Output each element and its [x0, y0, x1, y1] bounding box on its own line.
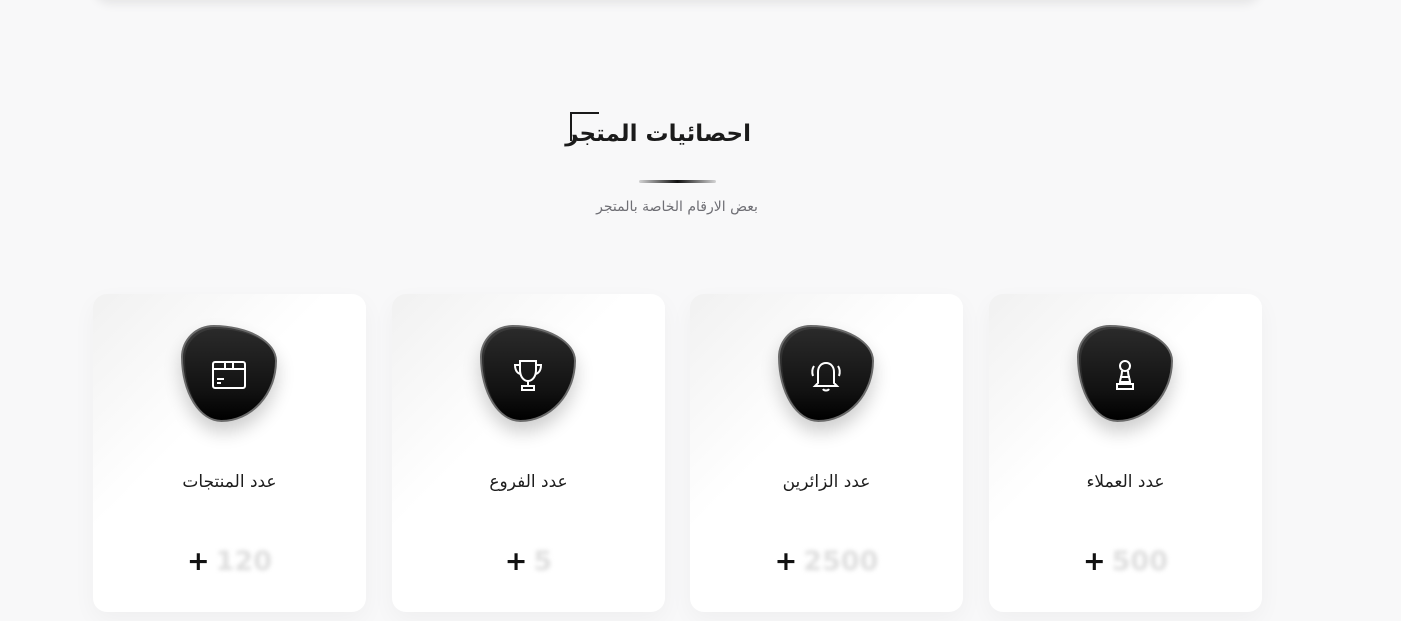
title-wrap: احصائيات المتجر: [565, 112, 830, 154]
stat-number: 5: [533, 546, 553, 577]
stat-label: عدد الزائرين: [782, 472, 871, 492]
stat-number: 2500: [803, 546, 879, 577]
stat-value: +500: [989, 546, 1262, 577]
plus-sign: +: [187, 546, 210, 577]
stat-card-branches: عدد الفروع +5: [392, 294, 665, 612]
icon-wrap: [1077, 325, 1173, 422]
page-title: احصائيات المتجر: [565, 121, 751, 147]
stats-header: احصائيات المتجر بعض الارقام الخاصة بالمت…: [0, 0, 1401, 240]
stat-card-clients: عدد العملاء +500: [989, 294, 1262, 612]
stat-card-products: عدد المنتجات +120: [93, 294, 366, 612]
trophy-icon: [480, 325, 576, 422]
plus-sign: +: [1083, 546, 1106, 577]
icon-wrap: [480, 325, 576, 422]
page-subtitle: بعض الارقام الخاصة بالمتجر: [596, 199, 758, 215]
stat-value: +2500: [690, 546, 963, 577]
stat-number: 120: [215, 546, 272, 577]
icon-wrap: [778, 325, 874, 422]
stat-value: +5: [392, 546, 665, 577]
chess-pawn-icon: [1077, 325, 1173, 422]
stat-label: عدد الفروع: [489, 472, 568, 492]
stat-value: +120: [93, 546, 366, 577]
stat-number: 500: [1111, 546, 1168, 577]
stats-cards: عدد المنتجات +120 عدد الفروع + 5 عدد الز…: [93, 294, 1262, 612]
page: احصائيات المتجر بعض الارقام الخاصة بالمت…: [0, 0, 1401, 621]
stat-label: عدد المنتجات: [182, 472, 277, 492]
stat-label: عدد العملاء: [1086, 472, 1165, 492]
bell-icon: [778, 325, 874, 422]
plus-sign: +: [774, 546, 798, 577]
plus-sign: +: [504, 546, 528, 577]
title-divider: [639, 180, 716, 183]
icon-wrap: [181, 325, 277, 422]
box-icon: [181, 325, 277, 422]
stat-card-visitors: عدد الزائرين +2500: [690, 294, 963, 612]
